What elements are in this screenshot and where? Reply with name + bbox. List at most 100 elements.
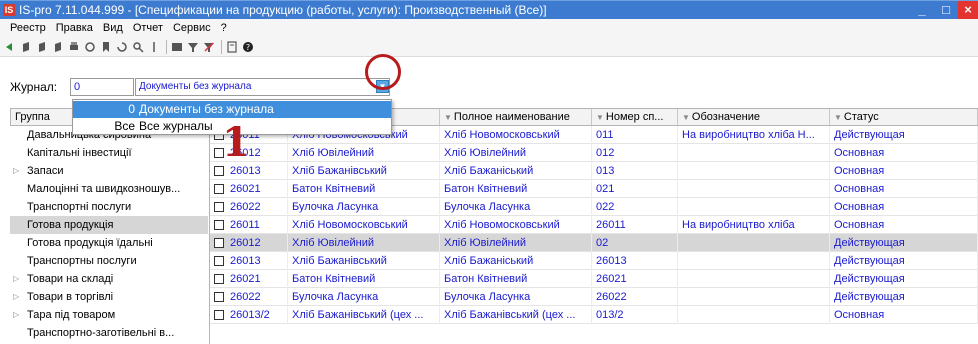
bookmark-icon[interactable]	[99, 40, 113, 54]
cell-designation	[678, 198, 830, 216]
edit-icon[interactable]	[35, 40, 49, 54]
row-checkbox[interactable]	[214, 256, 224, 266]
cell-designation	[678, 306, 830, 324]
group-item[interactable]: ▷ Тара під товаром	[10, 306, 208, 324]
cell-status: Основная	[830, 306, 978, 324]
menu-report[interactable]: Отчет	[128, 22, 168, 34]
row-checkbox[interactable]	[214, 166, 224, 176]
cell-status: Действующая	[830, 126, 978, 144]
row-checkbox[interactable]	[214, 274, 224, 284]
delete-icon[interactable]	[51, 40, 65, 54]
group-item[interactable]: Транспортны послуги	[10, 252, 208, 270]
table-row[interactable]: 26022 Булочка Ласунка Булочка Ласунка 02…	[210, 198, 978, 216]
title-bar: IS IS-pro 7.11.044.999 - [Спецификации н…	[0, 0, 978, 19]
cell-number: 013	[592, 162, 678, 180]
column-header-status[interactable]: ▼ Статус	[830, 109, 978, 125]
clear-filter-icon[interactable]	[202, 40, 216, 54]
menu-help[interactable]: ?	[216, 22, 232, 34]
cell-number: 26021	[592, 270, 678, 288]
journal-label: Журнал:	[10, 80, 58, 94]
cell-designation: На виробництво хліба Н...	[678, 126, 830, 144]
column-header-number[interactable]: ▼ Номер сп...	[592, 109, 678, 125]
table-row[interactable]: 26021 Батон Квітневий Батон Квітневий 02…	[210, 180, 978, 198]
pin-icon[interactable]	[147, 40, 161, 54]
group-item-selected[interactable]: Готова продукція	[10, 216, 208, 234]
refresh-icon[interactable]	[115, 40, 129, 54]
group-item[interactable]: ▷ Товари на складі	[10, 270, 208, 288]
table-row[interactable]: 26011 Хліб Новомосковський Хліб Новомоск…	[210, 216, 978, 234]
cell-full-name: Батон Квітневий	[440, 270, 592, 288]
menu-edit[interactable]: Правка	[51, 22, 98, 34]
group-item[interactable]: Малоцінні та швидкозношув...	[10, 180, 208, 198]
cell-status: Основная	[830, 144, 978, 162]
group-item[interactable]: Транспортні послуги	[10, 198, 208, 216]
expand-arrow-icon[interactable]: ▷	[13, 270, 19, 288]
new-icon[interactable]	[3, 40, 17, 54]
journal-name-field[interactable]: Документы без журнала	[135, 78, 390, 96]
cell-name: Хліб Бажанівський	[288, 252, 440, 270]
journal-option-highlighted[interactable]: 0 Документы без журнала	[73, 101, 391, 118]
cell-code: 26022	[226, 198, 288, 216]
find-icon[interactable]	[131, 40, 145, 54]
filter-icon[interactable]	[83, 40, 97, 54]
group-item[interactable]: ▷ Запаси	[10, 162, 208, 180]
table-row[interactable]: 26022 Булочка Ласунка Булочка Ласунка 26…	[210, 288, 978, 306]
expand-arrow-icon[interactable]: ▷	[13, 288, 19, 306]
cell-name: Батон Квітневий	[288, 180, 440, 198]
cell-full-name: Батон Квітневий	[440, 180, 592, 198]
cell-code: 26021	[226, 270, 288, 288]
cell-name: Хліб Ювілейний	[288, 144, 440, 162]
form-icon[interactable]	[225, 40, 239, 54]
print-icon[interactable]	[67, 40, 81, 54]
funnel-icon[interactable]	[186, 40, 200, 54]
window-controls: _ □ ×	[910, 1, 978, 20]
table-row[interactable]: 26013 Хліб Бажанівський Хліб Бажаніський…	[210, 162, 978, 180]
cell-designation	[678, 234, 830, 252]
copy-icon[interactable]	[19, 40, 33, 54]
journal-code-field[interactable]: 0	[70, 78, 134, 96]
minimize-button[interactable]: _	[910, 1, 934, 19]
cell-full-name: Хліб Бажанівський (цех ...	[440, 306, 592, 324]
cell-name: Булочка Ласунка	[288, 288, 440, 306]
sort-arrow-icon: ▼	[682, 113, 690, 122]
row-checkbox[interactable]	[214, 202, 224, 212]
svg-text:?: ?	[246, 43, 250, 52]
cell-number: 021	[592, 180, 678, 198]
table-icon[interactable]	[170, 40, 184, 54]
cell-code: 26011	[226, 216, 288, 234]
cell-designation	[678, 162, 830, 180]
column-header-full-name[interactable]: ▼ Полное наименование	[440, 109, 592, 125]
cell-status: Действующая	[830, 288, 978, 306]
close-button[interactable]: ×	[958, 1, 978, 19]
maximize-button[interactable]: □	[934, 1, 958, 19]
group-item[interactable]: Транспортно-заготівельні в...	[10, 324, 208, 342]
expand-arrow-icon[interactable]: ▷	[13, 306, 19, 324]
cell-name: Хліб Ювілейний	[288, 234, 440, 252]
row-checkbox[interactable]	[214, 238, 224, 248]
menu-registry[interactable]: Реестр	[5, 22, 51, 34]
cell-status: Основная	[830, 216, 978, 234]
table-row[interactable]: 26012 Хліб Ювілейний Хліб Ювілейний 012 …	[210, 144, 978, 162]
row-checkbox[interactable]	[214, 184, 224, 194]
group-item[interactable]: Готова продукція їдальні	[10, 234, 208, 252]
cell-full-name: Хліб Бажаніський	[440, 252, 592, 270]
cell-code: 26013/2	[226, 306, 288, 324]
cell-status: Основная	[830, 162, 978, 180]
table-row-selected[interactable]: 26012 Хліб Ювілейний Хліб Ювілейний 02 Д…	[210, 234, 978, 252]
group-item[interactable]: ▷ Товари в торгівлі	[10, 288, 208, 306]
group-item[interactable]: Капітальні інвестиції	[10, 144, 208, 162]
row-checkbox[interactable]	[214, 292, 224, 302]
help-icon[interactable]: ?	[241, 40, 255, 54]
expand-arrow-icon[interactable]: ▷	[13, 162, 19, 180]
cell-full-name: Хліб Новомосковський	[440, 126, 592, 144]
menu-service[interactable]: Сервис	[168, 22, 216, 34]
row-checkbox[interactable]	[214, 220, 224, 230]
column-header-designation[interactable]: ▼ Обозначение	[678, 109, 830, 125]
cell-number: 02	[592, 234, 678, 252]
table-row[interactable]: 26013 Хліб Бажанівський Хліб Бажаніський…	[210, 252, 978, 270]
table-row[interactable]: 26021 Батон Квітневий Батон Квітневий 26…	[210, 270, 978, 288]
cell-designation: На виробництво хліба	[678, 216, 830, 234]
row-checkbox[interactable]	[214, 310, 224, 320]
menu-view[interactable]: Вид	[98, 22, 128, 34]
table-row[interactable]: 26013/2 Хліб Бажанівський (цех ... Хліб …	[210, 306, 978, 324]
